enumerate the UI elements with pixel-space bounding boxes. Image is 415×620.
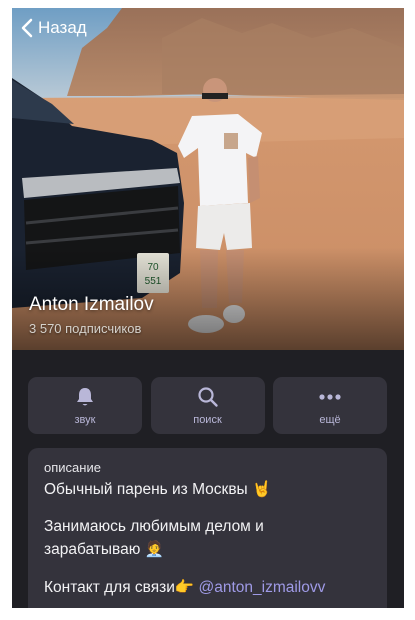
search-icon — [197, 386, 218, 407]
action-bar: звук поиск ещё — [28, 377, 387, 434]
contact-prefix: Контакт для связи👉 — [44, 579, 195, 596]
chevron-left-icon — [21, 18, 33, 38]
about-heading: описание — [44, 460, 101, 475]
sound-button[interactable]: звук — [28, 377, 142, 434]
back-label: Назад — [38, 18, 87, 37]
about-section: описание Обычный парень из Москвы 🤘 Зани… — [28, 448, 387, 608]
channel-profile-screen: 70 551 Назад Anton Izmailov 3 570 подпис… — [12, 8, 404, 608]
more-dots-icon — [319, 393, 341, 400]
more-label: ещё — [319, 413, 341, 426]
search-label: поиск — [193, 413, 222, 426]
about-line-3: зарабатываю 🧑‍💼 — [44, 541, 164, 558]
search-button[interactable]: поиск — [150, 377, 265, 434]
channel-name: Anton Izmailov — [29, 294, 154, 315]
about-line-1: Обычный парень из Москвы 🤘 — [44, 481, 272, 498]
profile-cover-photo: 70 551 Назад Anton Izmailov 3 570 подпис… — [12, 8, 404, 350]
about-line-2: Занимаюсь любимым делом и — [44, 518, 264, 535]
about-contact-line: Контакт для связи👉 @anton_izmailovv — [44, 578, 325, 597]
more-button[interactable]: ещё — [273, 377, 387, 434]
sound-label: звук — [74, 413, 96, 426]
back-button[interactable]: Назад — [20, 18, 87, 38]
contact-link[interactable]: @anton_izmailovv — [198, 579, 325, 596]
bell-icon — [77, 387, 93, 405]
subscriber-count: 3 570 подписчиков — [29, 321, 142, 336]
